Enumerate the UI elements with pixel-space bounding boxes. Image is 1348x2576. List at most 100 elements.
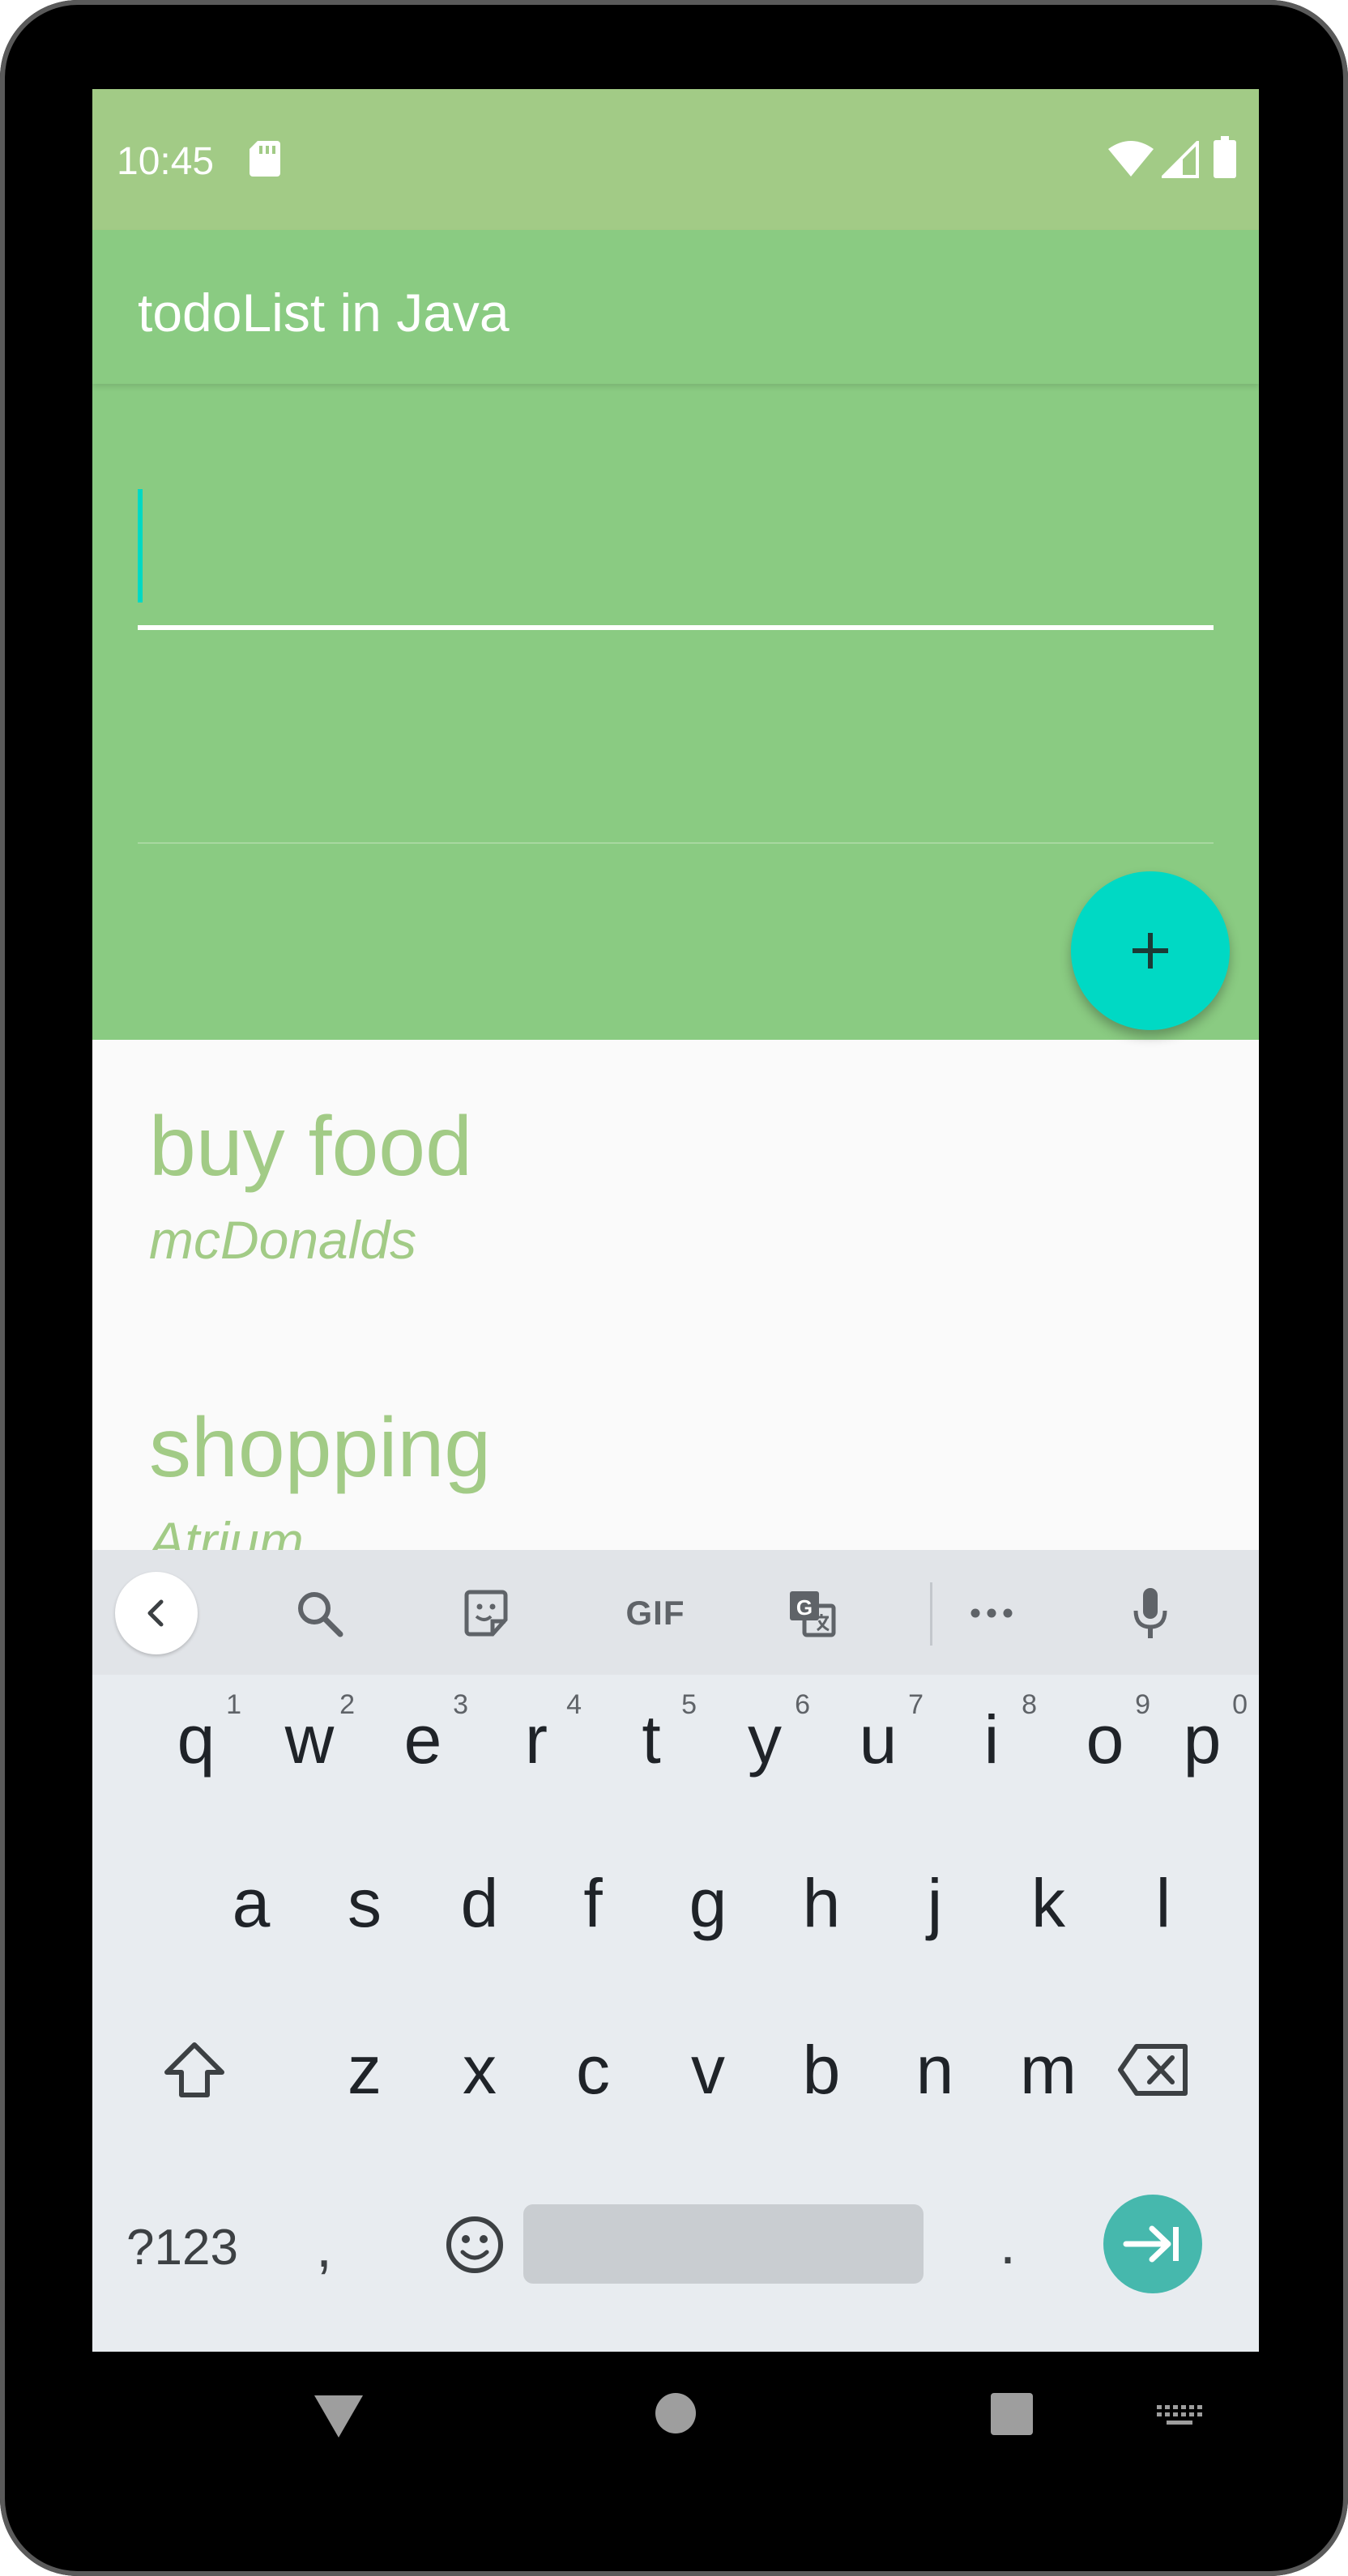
keyboard-sticker-button[interactable] (454, 1587, 518, 1639)
enter-key[interactable] (1103, 2195, 1202, 2293)
key-i[interactable]: i8 (935, 1675, 1048, 1804)
key-letter: u (859, 1701, 898, 1778)
key-hint: 7 (908, 1689, 924, 1720)
plus-icon (1133, 933, 1168, 969)
emoji-icon (446, 2216, 503, 2273)
key-o[interactable]: o9 (1048, 1675, 1162, 1804)
key-e[interactable]: e3 (366, 1675, 480, 1804)
key-s[interactable]: s (308, 1838, 421, 1968)
key-hint: 2 (339, 1689, 355, 1720)
status-bar: 10:45 (92, 89, 1259, 230)
key-v[interactable]: v (651, 2005, 765, 2135)
key-m[interactable]: m (992, 2005, 1105, 2135)
sticker-icon (464, 1590, 508, 1637)
key-hint: 8 (1022, 1689, 1037, 1720)
key-hint: 1 (226, 1689, 241, 1720)
key-letter: i (983, 1701, 1000, 1778)
todo-list: buy food mcDonalds shopping Atrium (92, 1040, 1259, 1639)
key-hint: 6 (795, 1689, 810, 1720)
battery-icon (1214, 136, 1236, 178)
key-a[interactable]: a (194, 1838, 308, 1968)
app-bar: todoList in Java (92, 230, 1259, 384)
key-b[interactable]: b (765, 2005, 878, 2135)
soft-keyboard: GIF G q 1 w 2 e 3 r 4 t 5 y 6 u 7 i 8 o … (92, 1550, 1259, 2352)
title-input-underline (138, 625, 1214, 630)
back-triangle-icon[interactable] (313, 2394, 365, 2439)
keyboard-more-button[interactable] (959, 1587, 1024, 1639)
keyboard-voice-button[interactable] (1118, 1587, 1183, 1639)
keyboard-search-button[interactable] (287, 1587, 352, 1639)
keyboard-toolbar: GIF G (92, 1550, 1259, 1675)
key-q[interactable]: q1 (139, 1675, 253, 1804)
key-k[interactable]: k (992, 1838, 1105, 1968)
key-u[interactable]: u7 (821, 1675, 935, 1804)
keyboard-translate-button[interactable]: G (779, 1587, 844, 1639)
wifi-icon (1108, 141, 1154, 177)
key-t[interactable]: t5 (595, 1675, 708, 1804)
key-g[interactable]: g (651, 1838, 765, 1968)
status-time: 10:45 (117, 140, 215, 183)
signal-icon (1162, 141, 1199, 178)
toolbar-divider (930, 1582, 932, 1646)
key-letter: o (1086, 1701, 1124, 1778)
key-w[interactable]: w2 (253, 1675, 366, 1804)
recents-square-icon[interactable] (990, 2392, 1034, 2436)
key-h[interactable]: h (765, 1838, 878, 1968)
mic-icon (1133, 1588, 1167, 1638)
chevron-left-icon (147, 1599, 164, 1627)
description-input-underline[interactable] (138, 842, 1214, 844)
space-key[interactable] (523, 2204, 924, 2284)
keyboard-collapse-button[interactable] (115, 1572, 198, 1654)
search-icon (298, 1592, 343, 1637)
period-key[interactable]: . (1000, 2211, 1016, 2277)
shift-key[interactable] (138, 2005, 251, 2135)
todo-title-input[interactable] (149, 489, 1205, 612)
backspace-icon (1118, 2044, 1188, 2096)
list-item[interactable]: buy food mcDonalds (149, 1105, 472, 1267)
key-letter: r (525, 1701, 548, 1778)
symbols-key[interactable]: ?123 (126, 2219, 238, 2276)
key-d[interactable]: d (423, 1838, 536, 1968)
more-icon (970, 1608, 1013, 1618)
emoji-key[interactable] (418, 2180, 531, 2310)
key-y[interactable]: y6 (708, 1675, 821, 1804)
app-title: todoList in Java (138, 283, 510, 343)
translate-icon: G (790, 1591, 836, 1637)
list-item[interactable]: shopping Atrium (149, 1406, 491, 1568)
todo-subtitle: mcDonalds (149, 1210, 417, 1270)
key-hint: 4 (566, 1689, 582, 1720)
todo-title: shopping (149, 1401, 492, 1495)
shift-icon (164, 2042, 224, 2097)
key-z[interactable]: z (308, 2005, 421, 2135)
key-letter: y (748, 1701, 782, 1778)
key-r[interactable]: r4 (480, 1675, 593, 1804)
key-hint: 3 (453, 1689, 468, 1720)
todo-title: buy food (149, 1100, 472, 1194)
backspace-key[interactable] (1097, 2005, 1210, 2135)
key-letter: q (177, 1701, 215, 1778)
key-letter: p (1183, 1701, 1222, 1778)
add-todo-button[interactable] (1071, 871, 1230, 1030)
key-x[interactable]: x (423, 2005, 536, 2135)
key-c[interactable]: c (536, 2005, 650, 2135)
svg-text:G: G (796, 1595, 813, 1620)
key-l[interactable]: l (1107, 1838, 1220, 1968)
key-j[interactable]: j (878, 1838, 992, 1968)
screen: 10:45 todoList in Java buy food mcDonald… (92, 89, 1259, 2352)
key-letter: e (403, 1701, 442, 1778)
gif-icon: GIF (625, 1594, 685, 1632)
home-circle-icon[interactable] (655, 2392, 697, 2434)
key-f[interactable]: f (536, 1838, 650, 1968)
key-n[interactable]: n (878, 2005, 992, 2135)
key-hint: 0 (1232, 1689, 1248, 1720)
tab-arrow-icon (1123, 2225, 1179, 2263)
comma-key[interactable]: , (316, 2214, 332, 2280)
text-cursor (138, 489, 143, 602)
sd-card-icon (250, 141, 280, 177)
keyboard-gif-button[interactable]: GIF (611, 1587, 700, 1639)
key-letter: t (642, 1701, 661, 1778)
keyboard-switch-icon[interactable] (1157, 2405, 1204, 2426)
key-hint: 5 (681, 1689, 697, 1720)
key-p[interactable]: p0 (1145, 1675, 1259, 1804)
navigation-bar (0, 2352, 1348, 2576)
